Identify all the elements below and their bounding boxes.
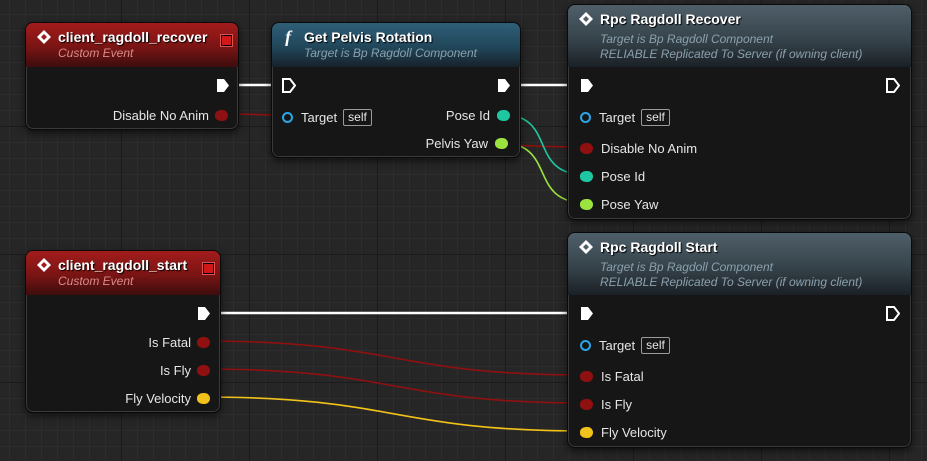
- pin-label: Fly Velocity: [125, 390, 191, 406]
- node-subtitle-target: Target is Bp Ragdoll Component: [600, 32, 773, 46]
- exec-out-pin[interactable]: [497, 78, 511, 93]
- pin-label: Pose Yaw: [601, 196, 659, 212]
- pin-row-is-fly: Is Fly: [580, 395, 632, 413]
- bool-pin[interactable]: [215, 109, 228, 121]
- pin-label: Is Fatal: [148, 334, 191, 350]
- pin-row-disable-no-anim: Disable No Anim: [580, 139, 697, 157]
- float-pin[interactable]: [495, 137, 508, 149]
- pin-row-target: Target self: [580, 336, 670, 354]
- event-diamond-icon: [579, 12, 593, 26]
- bool-pin[interactable]: [197, 364, 210, 376]
- svg-text:f: f: [285, 28, 293, 46]
- exec-out-pin[interactable]: [197, 306, 211, 321]
- pin-label: Disable No Anim: [601, 140, 698, 156]
- bool-pin[interactable]: [580, 142, 593, 154]
- pin-row-pose-id: Pose Id: [446, 106, 510, 124]
- pin-label: Target: [301, 109, 338, 125]
- event-diamond-icon: [37, 30, 51, 44]
- node-title: Rpc Ragdoll Recover: [600, 11, 741, 27]
- node-client-ragdoll-recover[interactable]: client_ragdoll_recover Custom Event Disa…: [25, 22, 239, 130]
- pin-label: Is Fly: [159, 362, 191, 378]
- pin-label: Pelvis Yaw: [425, 135, 488, 151]
- pin-row-pelvis-yaw: Pelvis Yaw: [426, 134, 508, 152]
- pin-row-fly-velocity: Fly Velocity: [125, 389, 210, 407]
- node-header: f Get Pelvis Rotation Target is Bp Ragdo…: [272, 23, 520, 67]
- node-header: client_ragdoll_start Custom Event: [26, 251, 220, 295]
- function-f-icon: f: [285, 28, 293, 46]
- pin-label: Target: [599, 109, 636, 125]
- event-diamond-icon: [37, 258, 51, 272]
- vector-pin[interactable]: [197, 392, 210, 404]
- pin-row-is-fatal: Is Fatal: [580, 367, 644, 385]
- self-default-value[interactable]: self: [641, 336, 670, 354]
- pin-row-is-fly: Is Fly: [160, 361, 210, 379]
- event-delegate-pin[interactable]: [203, 263, 214, 274]
- node-subtitle: Custom Event: [58, 274, 134, 288]
- pin-row-target: Target self: [282, 108, 372, 126]
- bool-pin[interactable]: [580, 370, 593, 382]
- bool-pin[interactable]: [197, 336, 210, 348]
- pin-label: Is Fly: [601, 396, 633, 412]
- node-header: client_ragdoll_recover Custom Event: [26, 23, 238, 67]
- pin-row-pose-yaw: Pose Yaw: [580, 195, 658, 213]
- pin-row-pose-id: Pose Id: [580, 167, 645, 185]
- wire-bool-is-fly: [200, 368, 588, 404]
- self-default-value[interactable]: self: [641, 108, 670, 126]
- object-ref-pin[interactable]: [580, 339, 591, 351]
- node-subtitle: Custom Event: [58, 46, 134, 60]
- node-subtitle-replication: RELIABLE Replicated To Server (if owning…: [600, 47, 863, 61]
- pin-label: Is Fatal: [601, 368, 644, 384]
- float-pin[interactable]: [580, 198, 593, 210]
- pin-row-target: Target self: [580, 108, 670, 126]
- event-diamond-icon: [579, 240, 593, 254]
- pin-row-disable-no-anim: Disable No Anim: [113, 106, 228, 124]
- node-header: Rpc Ragdoll Start Target is Bp Ragdoll C…: [568, 233, 911, 295]
- event-delegate-pin[interactable]: [221, 35, 232, 46]
- exec-out-pin[interactable]: [886, 78, 900, 93]
- object-ref-pin[interactable]: [580, 111, 591, 123]
- node-subtitle-replication: RELIABLE Replicated To Server (if owning…: [600, 275, 863, 289]
- node-client-ragdoll-start[interactable]: client_ragdoll_start Custom Event Is Fat…: [25, 250, 221, 413]
- node-title: client_ragdoll_recover: [58, 29, 208, 45]
- exec-out-pin[interactable]: [886, 306, 900, 321]
- self-default-value[interactable]: self: [343, 108, 372, 126]
- bool-pin[interactable]: [580, 398, 593, 410]
- pin-label: Disable No Anim: [112, 107, 209, 123]
- byte-pin[interactable]: [580, 170, 593, 182]
- node-subtitle: Target is Bp Ragdoll Component: [304, 46, 477, 60]
- node-rpc-ragdoll-recover[interactable]: Rpc Ragdoll Recover Target is Bp Ragdoll…: [567, 4, 912, 220]
- exec-in-pin[interactable]: [282, 78, 296, 93]
- node-get-pelvis-rotation[interactable]: f Get Pelvis Rotation Target is Bp Ragdo…: [271, 22, 521, 158]
- node-header: Rpc Ragdoll Recover Target is Bp Ragdoll…: [568, 5, 911, 67]
- pin-label: Pose Id: [445, 107, 490, 123]
- node-title: Rpc Ragdoll Start: [600, 239, 718, 255]
- vector-pin[interactable]: [580, 426, 593, 438]
- wire-vector-fly-velocity: [200, 396, 588, 432]
- exec-out-pin[interactable]: [216, 78, 230, 93]
- wire-bool-is-fatal: [200, 340, 588, 376]
- byte-pin[interactable]: [497, 109, 510, 121]
- object-ref-pin[interactable]: [282, 111, 293, 123]
- pin-row-fly-velocity: Fly Velocity: [580, 423, 667, 441]
- node-title: Get Pelvis Rotation: [304, 29, 433, 45]
- node-rpc-ragdoll-start[interactable]: Rpc Ragdoll Start Target is Bp Ragdoll C…: [567, 232, 912, 448]
- node-title: client_ragdoll_start: [58, 257, 188, 273]
- exec-in-pin[interactable]: [580, 306, 594, 321]
- node-subtitle-target: Target is Bp Ragdoll Component: [600, 260, 773, 274]
- pin-label: Fly Velocity: [601, 424, 667, 440]
- pin-label: Target: [599, 337, 636, 353]
- pin-row-is-fatal: Is Fatal: [148, 333, 210, 351]
- pin-label: Pose Id: [601, 168, 646, 184]
- exec-in-pin[interactable]: [580, 78, 594, 93]
